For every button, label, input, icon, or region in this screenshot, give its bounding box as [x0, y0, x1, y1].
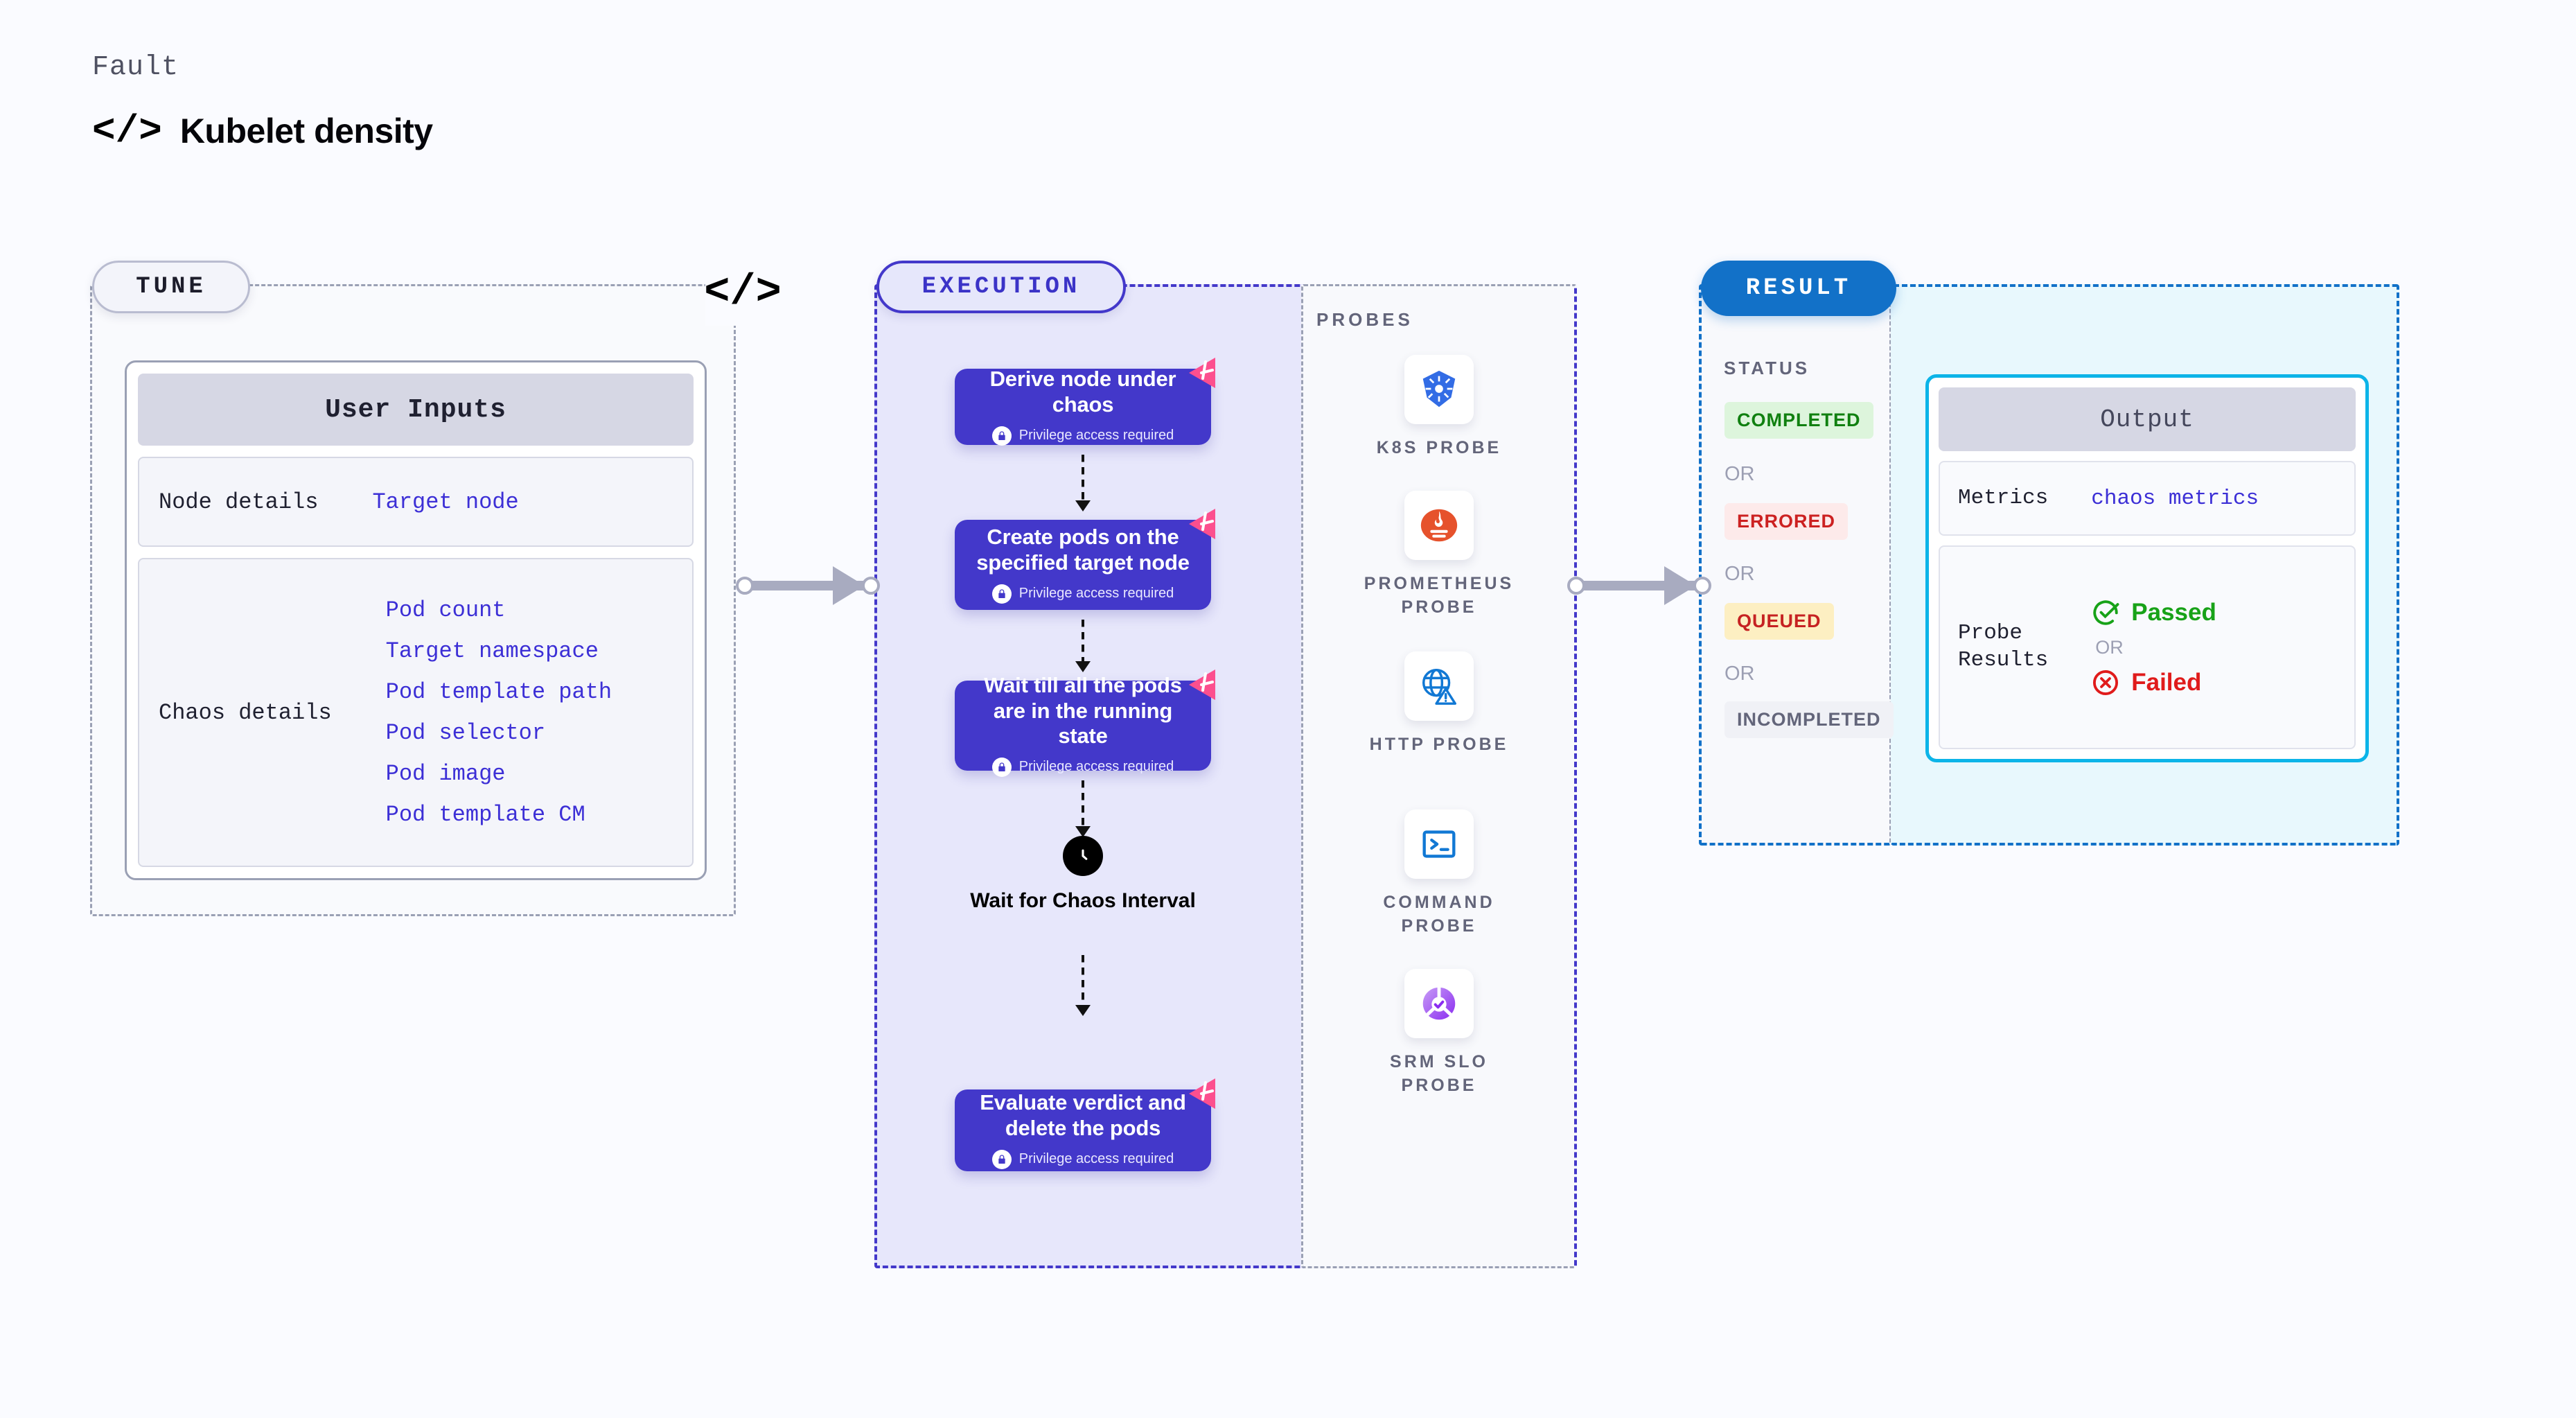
status-title: STATUS — [1724, 358, 1810, 378]
execution-step-create-pods[interactable]: Create pods on the specified target node… — [955, 509, 1215, 610]
tune-code-marker-icon: </> — [704, 258, 782, 326]
execution-step-derive-node[interactable]: Derive node under chaos Privilege access… — [955, 358, 1215, 446]
execution-step-wait-running[interactable]: Wait till all the pods are in the runnin… — [955, 669, 1215, 777]
flow-arrow-1 — [1075, 455, 1091, 511]
probe-label: SRM SLO PROBE — [1390, 1052, 1488, 1095]
privilege-note: Privilege access required — [991, 1149, 1174, 1169]
probe-label: PROMETHEUS PROBE — [1364, 574, 1515, 617]
page-title: Kubelet density — [179, 112, 433, 150]
step-title: Create pods on the specified target node — [976, 525, 1190, 575]
privilege-note-text: Privilege access required — [1018, 759, 1174, 775]
privilege-note: Privilege access required — [991, 757, 1174, 777]
verdict-failed-label: Failed — [2131, 668, 2202, 696]
input-pod-selector[interactable]: Pod selector — [386, 720, 612, 746]
probe-label: HTTP PROBE — [1369, 735, 1509, 754]
privilege-note-text: Privilege access required — [1018, 428, 1174, 444]
page-title-row: </> Kubelet density — [92, 111, 433, 151]
output-metrics-row: Metrics chaos metrics — [1939, 461, 2356, 536]
wait-for-chaos-interval-label: Wait for Chaos Interval — [970, 889, 1196, 912]
chaos-details-values: Pod count Target namespace Pod template … — [386, 597, 612, 828]
status-badge-errored: ERRORED — [1724, 503, 1849, 540]
step-title: Wait till all the pods are in the runnin… — [984, 673, 1182, 749]
metrics-label: Metrics — [1958, 485, 2049, 510]
connector-start-dot — [1567, 577, 1585, 595]
execution-step-evaluate-verdict[interactable]: Evaluate verdict and delete the pods Pri… — [955, 1078, 1215, 1171]
harness-badge-icon — [1185, 506, 1224, 542]
check-circle-icon — [2093, 599, 2119, 625]
wait-for-chaos-interval-node — [1063, 836, 1103, 876]
privilege-note: Privilege access required — [991, 426, 1174, 446]
status-or-1: OR — [1724, 463, 1755, 485]
harness-badge-icon — [1185, 1076, 1224, 1112]
verdict-or: OR — [2095, 636, 2124, 658]
flow-arrow-3 — [1075, 780, 1091, 837]
status-badge-incompleted: INCOMPLETED — [1724, 701, 1894, 738]
probe-results-label: Probe Results — [1958, 621, 2049, 672]
result-pill[interactable]: RESULT — [1701, 261, 1896, 316]
node-details-row: Node details Target node — [138, 457, 694, 547]
flow-arrow-4 — [1075, 955, 1091, 1016]
status-or-2: OR — [1724, 563, 1755, 585]
harness-badge-icon — [1185, 667, 1224, 703]
step-title: Evaluate verdict and delete the pods — [980, 1090, 1186, 1140]
status-badge-completed: COMPLETED — [1724, 402, 1873, 439]
code-icon: </> — [92, 109, 162, 153]
connector-execution-to-result — [1567, 566, 1711, 605]
chaos-details-label: Chaos details — [159, 699, 332, 726]
lock-icon — [991, 426, 1012, 446]
probe-srm-slo[interactable]: SRM SLO PROBE — [1363, 969, 1515, 1098]
node-details-label: Node details — [159, 489, 319, 515]
node-details-values: Target node — [372, 489, 518, 515]
probe-verdicts: Passed OR Failed — [2091, 598, 2216, 697]
probe-label: K8S PROBE — [1376, 438, 1502, 457]
prometheus-icon — [1404, 491, 1474, 560]
input-target-namespace[interactable]: Target namespace — [386, 638, 612, 664]
input-pod-count[interactable]: Pod count — [386, 597, 612, 623]
connector-start-dot — [736, 577, 754, 595]
input-target-node[interactable]: Target node — [372, 489, 518, 515]
status-or-3: OR — [1724, 663, 1755, 685]
probe-label: COMMAND PROBE — [1383, 893, 1495, 936]
status-badge-queued: QUEUED — [1724, 603, 1834, 640]
execution-pill[interactable]: EXECUTION — [876, 261, 1126, 313]
user-inputs-card: User Inputs Node details Target node Cha… — [125, 360, 707, 880]
output-title: Output — [1939, 387, 2356, 451]
fault-diagram-page: Fault </> Kubelet density TUNE </> User … — [0, 0, 2576, 1418]
probe-command[interactable]: COMMAND PROBE — [1363, 809, 1515, 938]
flow-arrow-2 — [1075, 620, 1091, 672]
probe-prometheus[interactable]: PROMETHEUS PROBE — [1363, 491, 1515, 620]
connector-arrowhead — [1664, 566, 1696, 605]
harness-badge-icon — [1185, 355, 1224, 391]
output-probe-results-row: Probe Results Passed OR Failed — [1939, 545, 2356, 749]
srm-slo-icon — [1404, 969, 1474, 1038]
verdict-passed-label: Passed — [2131, 598, 2216, 626]
privilege-note: Privilege access required — [991, 584, 1174, 604]
input-pod-template-path[interactable]: Pod template path — [386, 679, 612, 705]
user-inputs-title: User Inputs — [138, 374, 694, 446]
probe-http[interactable]: HTTP PROBE — [1363, 651, 1515, 757]
globe-warning-icon — [1404, 651, 1474, 721]
lock-icon — [991, 1149, 1012, 1169]
x-circle-icon — [2093, 669, 2119, 695]
connector-arrowhead — [833, 566, 865, 605]
probe-k8s[interactable]: K8S PROBE — [1363, 355, 1515, 460]
input-pod-image[interactable]: Pod image — [386, 761, 612, 787]
step-title: Derive node under chaos — [989, 367, 1176, 417]
chaos-details-row: Chaos details Pod count Target namespace… — [138, 558, 694, 867]
lock-icon — [991, 584, 1012, 604]
privilege-note-text: Privilege access required — [1018, 586, 1174, 602]
lock-icon — [991, 757, 1012, 777]
verdict-passed: Passed — [2091, 598, 2216, 627]
verdict-failed: Failed — [2091, 668, 2216, 697]
input-pod-template-cm[interactable]: Pod template CM — [386, 802, 612, 828]
metrics-value[interactable]: chaos metrics — [2091, 487, 2259, 511]
output-card: Output Metrics chaos metrics Probe Resul… — [1925, 374, 2369, 762]
terminal-icon — [1404, 809, 1474, 879]
tune-pill[interactable]: TUNE — [92, 261, 250, 313]
connector-tune-to-execution — [736, 566, 880, 605]
kubernetes-icon — [1404, 355, 1474, 424]
page-eyebrow: Fault — [92, 52, 179, 83]
privilege-note-text: Privilege access required — [1018, 1151, 1174, 1167]
probes-title: PROBES — [1316, 309, 1413, 330]
